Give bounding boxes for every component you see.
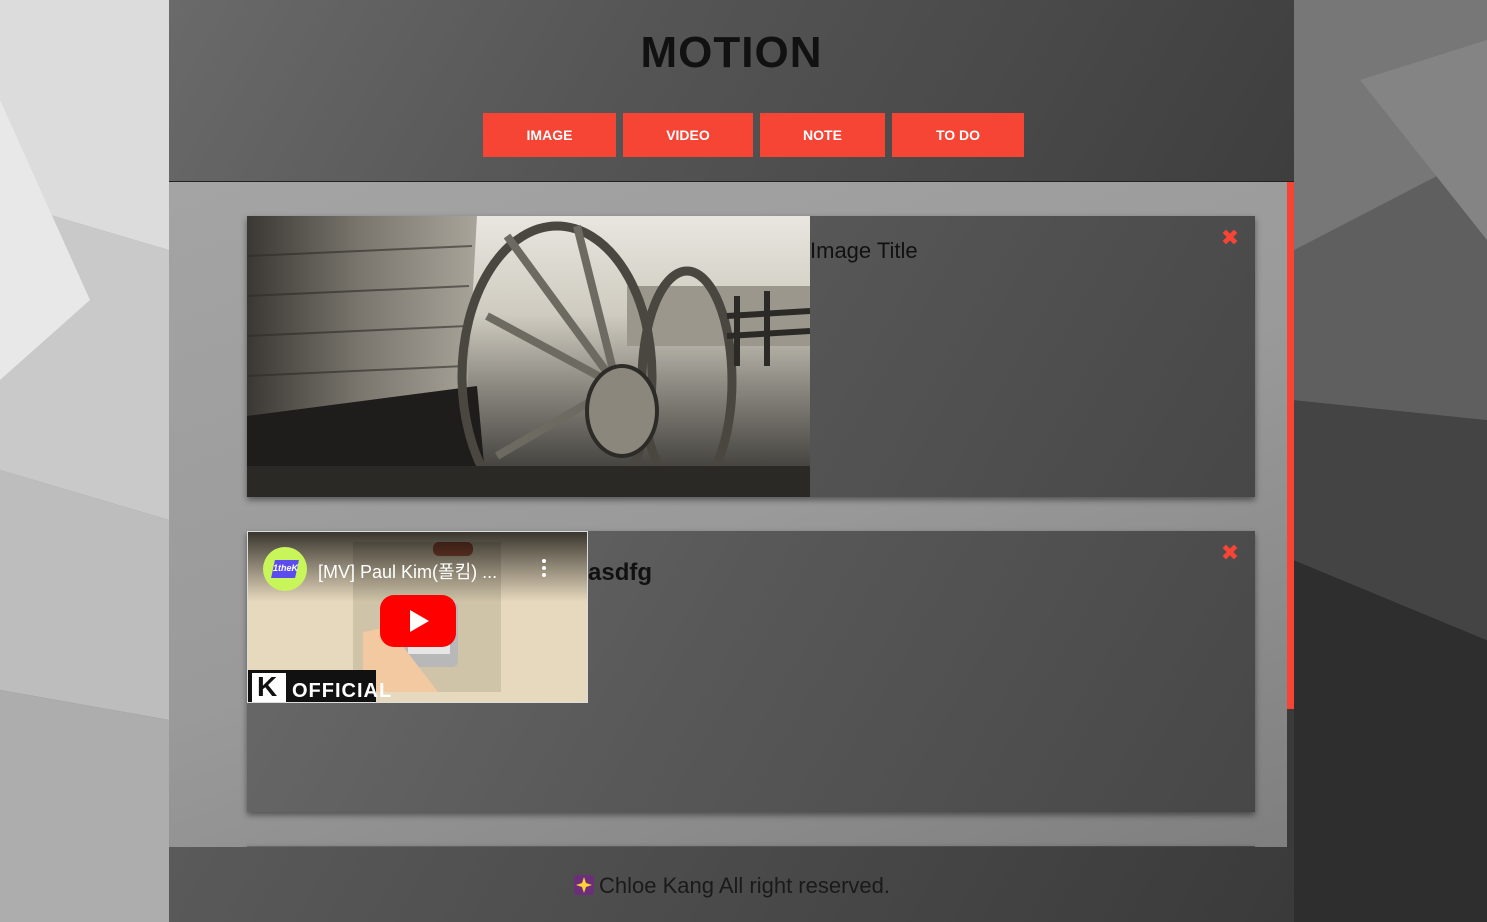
copyright-text: Chloe Kang All right reserved. [598,873,891,898]
note-button[interactable]: NOTE [760,113,885,157]
delete-item-button[interactable]: ✖ [1219,543,1241,565]
video-title[interactable]: [MV] Paul Kim(폴킴) ... [318,558,497,584]
delete-item-button[interactable]: ✖ [1219,228,1241,250]
scrollbar-thumb[interactable] [1287,182,1294,709]
page-title: MOTION [640,28,823,77]
card-image [247,216,810,497]
kebab-menu-icon[interactable] [540,559,548,579]
close-x-icon: ✖ [1220,541,1240,566]
app-container: MOTION IMAGE VIDEO NOTE TO DO Image Titl… [169,0,1294,922]
channel-avatar[interactable]: 1theK [263,547,307,591]
video-button[interactable]: VIDEO [623,113,753,157]
footer-text: Chloe Kang All right reserved. [169,873,1294,899]
video-embed[interactable]: 1theK [MV] Paul Kim(폴킴) ... K OFFICIAL [247,531,588,703]
youtube-play-icon[interactable] [380,595,456,647]
card-title: asdfg [588,559,653,586]
image-button[interactable]: IMAGE [483,113,616,157]
k-logo-icon: K [257,671,278,702]
sparkle-icon [573,875,594,895]
footer: Chloe Kang All right reserved. [169,847,1294,922]
close-x-icon: ✖ [1220,226,1240,251]
header: MOTION IMAGE VIDEO NOTE TO DO [169,0,1294,182]
card-title: Image Title [810,238,918,263]
todo-button[interactable]: TO DO [892,113,1024,157]
items-list[interactable]: Image Title ✖ 1theK [MV] Paul Kim(폴킴) ..… [169,182,1294,847]
image-card: Image Title ✖ [247,216,1255,497]
video-card: 1theK [MV] Paul Kim(폴킴) ... K OFFICIAL a… [247,531,1255,812]
official-watermark: OFFICIAL [292,680,393,702]
